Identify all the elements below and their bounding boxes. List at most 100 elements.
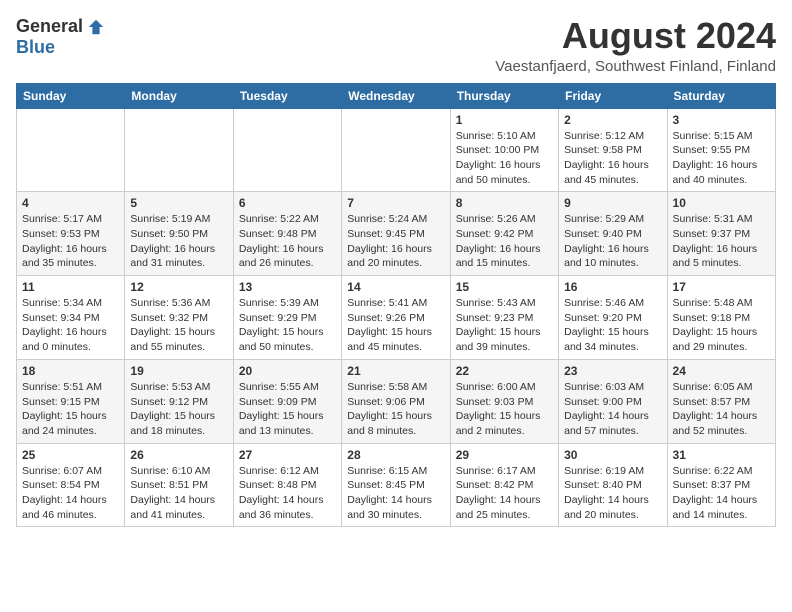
- calendar-week-row: 25 Sunrise: 6:07 AMSunset: 8:54 PMDayligh…: [17, 443, 776, 527]
- day-number: 14: [347, 280, 444, 294]
- calendar-cell: 30Sunrise: 6:19 AMSunset: 8:40 PMDayligh…: [559, 443, 667, 527]
- calendar-cell: [17, 108, 125, 192]
- header-sunday: Sunday: [17, 83, 125, 108]
- day-info: Sunrise: 6:17 AMSunset: 8:42 PMDaylight:…: [456, 464, 553, 523]
- day-info: Sunrise: 5:24 AMSunset: 9:45 PMDaylight:…: [347, 212, 444, 271]
- day-info: Sunrise: 5:58 AMSunset: 9:06 PMDaylight:…: [347, 380, 444, 439]
- day-number: 21: [347, 364, 444, 378]
- day-number: 25: [22, 448, 119, 462]
- calendar-cell: 29 Sunrise: 6:17 AMSunset: 8:42 PMDayligh…: [450, 443, 558, 527]
- calendar-cell: 18 Sunrise: 5:51 AMSunset: 9:15 PMDayligh…: [17, 359, 125, 443]
- calendar-cell: 11 Sunrise: 5:34 AMSunset: 9:34 PMDayligh…: [17, 276, 125, 360]
- day-number: 19: [130, 364, 227, 378]
- header-friday: Friday: [559, 83, 667, 108]
- calendar-week-row: 1Sunrise: 5:10 AMSunset: 10:00 PMDayligh…: [17, 108, 776, 192]
- day-info: Sunrise: 5:53 AMSunset: 9:12 PMDaylight:…: [130, 380, 227, 439]
- day-info: Sunrise: 5:36 AMSunset: 9:32 PMDaylight:…: [130, 296, 227, 355]
- location-subtitle: Vaestanfjaerd, Southwest Finland, Finlan…: [495, 58, 776, 75]
- calendar-cell: 3Sunrise: 5:15 AMSunset: 9:55 PMDaylight…: [667, 108, 775, 192]
- calendar-cell: 10Sunrise: 5:31 AMSunset: 9:37 PMDayligh…: [667, 192, 775, 276]
- day-info: Sunrise: 6:22 AMSunset: 8:37 PMDaylight:…: [673, 464, 770, 523]
- calendar-cell: 24Sunrise: 6:05 AMSunset: 8:57 PMDayligh…: [667, 359, 775, 443]
- day-info: Sunrise: 5:15 AMSunset: 9:55 PMDaylight:…: [673, 129, 770, 188]
- calendar-cell: 21 Sunrise: 5:58 AMSunset: 9:06 PMDayligh…: [342, 359, 450, 443]
- day-info: Sunrise: 6:10 AMSunset: 8:51 PMDaylight:…: [130, 464, 227, 523]
- calendar-cell: [342, 108, 450, 192]
- header: General Blue August 2024 Vaestanfjaerd, …: [16, 16, 776, 75]
- calendar-cell: 4 Sunrise: 5:17 AMSunset: 9:53 PMDaylight…: [17, 192, 125, 276]
- header-wednesday: Wednesday: [342, 83, 450, 108]
- day-info: Sunrise: 6:03 AMSunset: 9:00 PMDaylight:…: [564, 380, 661, 439]
- calendar-cell: 1Sunrise: 5:10 AMSunset: 10:00 PMDayligh…: [450, 108, 558, 192]
- logo: General Blue: [16, 16, 105, 58]
- day-number: 31: [673, 448, 770, 462]
- header-monday: Monday: [125, 83, 233, 108]
- day-info: Sunrise: 5:55 AMSunset: 9:09 PMDaylight:…: [239, 380, 336, 439]
- calendar-cell: 6 Sunrise: 5:22 AMSunset: 9:48 PMDaylight…: [233, 192, 341, 276]
- day-info: Sunrise: 5:22 AMSunset: 9:48 PMDaylight:…: [239, 212, 336, 271]
- day-number: 17: [673, 280, 770, 294]
- calendar-week-row: 11 Sunrise: 5:34 AMSunset: 9:34 PMDayligh…: [17, 276, 776, 360]
- day-number: 10: [673, 196, 770, 210]
- calendar-cell: 26Sunrise: 6:10 AMSunset: 8:51 PMDayligh…: [125, 443, 233, 527]
- calendar-header-row: SundayMondayTuesdayWednesdayThursdayFrid…: [17, 83, 776, 108]
- calendar-cell: 2Sunrise: 5:12 AMSunset: 9:58 PMDaylight…: [559, 108, 667, 192]
- calendar-cell: 25 Sunrise: 6:07 AMSunset: 8:54 PMDayligh…: [17, 443, 125, 527]
- calendar-cell: 12 Sunrise: 5:36 AMSunset: 9:32 PMDayligh…: [125, 276, 233, 360]
- calendar-cell: 17Sunrise: 5:48 AMSunset: 9:18 PMDayligh…: [667, 276, 775, 360]
- calendar-cell: 9 Sunrise: 5:29 AMSunset: 9:40 PMDaylight…: [559, 192, 667, 276]
- day-number: 4: [22, 196, 119, 210]
- day-info: Sunrise: 5:51 AMSunset: 9:15 PMDaylight:…: [22, 380, 119, 439]
- calendar-cell: 23 Sunrise: 6:03 AMSunset: 9:00 PMDayligh…: [559, 359, 667, 443]
- logo-icon: [87, 18, 105, 36]
- day-info: Sunrise: 5:29 AMSunset: 9:40 PMDaylight:…: [564, 212, 661, 271]
- day-info: Sunrise: 5:17 AMSunset: 9:53 PMDaylight:…: [22, 212, 119, 271]
- day-number: 23: [564, 364, 661, 378]
- day-number: 11: [22, 280, 119, 294]
- day-number: 28: [347, 448, 444, 462]
- calendar-table: SundayMondayTuesdayWednesdayThursdayFrid…: [16, 83, 776, 528]
- calendar-cell: 8Sunrise: 5:26 AMSunset: 9:42 PMDaylight…: [450, 192, 558, 276]
- day-info: Sunrise: 6:00 AMSunset: 9:03 PMDaylight:…: [456, 380, 553, 439]
- day-info: Sunrise: 5:41 AMSunset: 9:26 PMDaylight:…: [347, 296, 444, 355]
- day-number: 13: [239, 280, 336, 294]
- day-info: Sunrise: 5:39 AMSunset: 9:29 PMDaylight:…: [239, 296, 336, 355]
- day-number: 6: [239, 196, 336, 210]
- day-number: 27: [239, 448, 336, 462]
- day-info: Sunrise: 5:46 AMSunset: 9:20 PMDaylight:…: [564, 296, 661, 355]
- day-number: 24: [673, 364, 770, 378]
- logo-general-text: General: [16, 16, 83, 37]
- calendar-cell: 7 Sunrise: 5:24 AMSunset: 9:45 PMDaylight…: [342, 192, 450, 276]
- day-info: Sunrise: 6:07 AMSunset: 8:54 PMDaylight:…: [22, 464, 119, 523]
- calendar-cell: 31 Sunrise: 6:22 AMSunset: 8:37 PMDayligh…: [667, 443, 775, 527]
- day-number: 16: [564, 280, 661, 294]
- day-info: Sunrise: 6:12 AMSunset: 8:48 PMDaylight:…: [239, 464, 336, 523]
- day-number: 29: [456, 448, 553, 462]
- calendar-week-row: 18 Sunrise: 5:51 AMSunset: 9:15 PMDayligh…: [17, 359, 776, 443]
- title-area: August 2024 Vaestanfjaerd, Southwest Fin…: [495, 16, 776, 75]
- calendar-cell: 14 Sunrise: 5:41 AMSunset: 9:26 PMDayligh…: [342, 276, 450, 360]
- day-info: Sunrise: 6:19 AMSunset: 8:40 PMDaylight:…: [564, 464, 661, 523]
- calendar-cell: 28 Sunrise: 6:15 AMSunset: 8:45 PMDayligh…: [342, 443, 450, 527]
- calendar-cell: 19 Sunrise: 5:53 AMSunset: 9:12 PMDayligh…: [125, 359, 233, 443]
- calendar-cell: 22 Sunrise: 6:00 AMSunset: 9:03 PMDayligh…: [450, 359, 558, 443]
- day-info: Sunrise: 5:12 AMSunset: 9:58 PMDaylight:…: [564, 129, 661, 188]
- calendar-cell: 15Sunrise: 5:43 AMSunset: 9:23 PMDayligh…: [450, 276, 558, 360]
- day-number: 18: [22, 364, 119, 378]
- day-number: 22: [456, 364, 553, 378]
- day-number: 7: [347, 196, 444, 210]
- day-info: Sunrise: 5:10 AMSunset: 10:00 PMDaylight…: [456, 129, 553, 188]
- day-info: Sunrise: 6:15 AMSunset: 8:45 PMDaylight:…: [347, 464, 444, 523]
- day-info: Sunrise: 5:19 AMSunset: 9:50 PMDaylight:…: [130, 212, 227, 271]
- day-number: 15: [456, 280, 553, 294]
- calendar-cell: 5 Sunrise: 5:19 AMSunset: 9:50 PMDaylight…: [125, 192, 233, 276]
- calendar-cell: [233, 108, 341, 192]
- calendar-cell: [125, 108, 233, 192]
- month-year-title: August 2024: [495, 16, 776, 56]
- header-tuesday: Tuesday: [233, 83, 341, 108]
- day-info: Sunrise: 5:34 AMSunset: 9:34 PMDaylight:…: [22, 296, 119, 355]
- day-number: 9: [564, 196, 661, 210]
- calendar-cell: 16 Sunrise: 5:46 AMSunset: 9:20 PMDayligh…: [559, 276, 667, 360]
- day-number: 5: [130, 196, 227, 210]
- day-number: 12: [130, 280, 227, 294]
